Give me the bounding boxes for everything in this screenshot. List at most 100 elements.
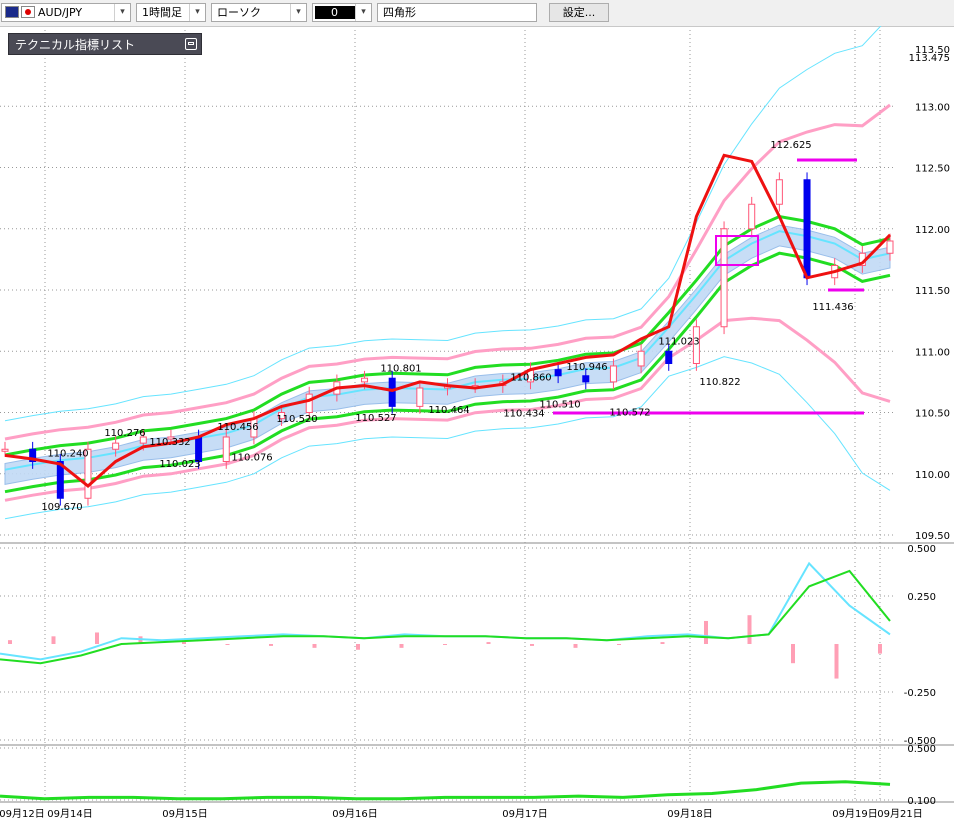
price-label: 110.023 [159,459,200,470]
candle-body [195,436,203,462]
macd-histogram-bar [530,644,534,646]
candle-body [1,448,9,452]
macd-histogram-bar [399,644,404,648]
macd-histogram-bar [617,644,621,645]
y-axis-labels: 113.00 112.50 112.00 111.50 111.00 110.50 110.… [904,45,950,807]
price-label: 110.860 [510,372,551,383]
y-tick-label: 113.00 [915,102,950,113]
macd-histogram-bar [747,615,752,644]
au-flag-icon [5,6,19,18]
timeframe-label: 1時間足 [142,6,182,19]
macd-histogram-bar [51,636,56,644]
y-tick-label: 113.475 [909,53,950,64]
macd-histogram-bar [312,644,317,648]
macd-histogram-bar [878,644,882,654]
x-axis: 09月12日 09月14日 09月15日 09月16日 09月17日 09月18日 09月1… [0,808,923,820]
macd-signal-line [0,569,891,665]
y-tick-label: 0.250 [907,592,936,603]
price-label: 110.510 [539,399,580,410]
color-swatch-label: 0 [331,6,338,19]
bollinger-outer-upper [4,26,882,422]
price-label: 110.076 [231,452,272,463]
chevron-down-icon[interactable]: ▾ [189,4,205,21]
candle-body [665,350,673,364]
chart-area[interactable]: 113.00 112.50 112.00 111.50 111.00 110.50 110.… [0,26,954,822]
x-tick-label: 09月15日 [162,808,207,820]
symbol-label: AUD/JPY [38,6,83,19]
bottom-indicator [0,780,891,801]
price-label: 110.527 [355,413,396,424]
candle-body [748,203,756,230]
macd-histogram-bar [443,644,447,645]
candle-body [582,375,590,383]
macd-histogram-bar [791,644,795,664]
price-label: 110.572 [609,408,650,419]
chart-style-select[interactable]: ローソク ▾ [211,3,307,22]
x-tick-label: 09月14日 [47,808,92,820]
y-tick-label: 0.500 [907,744,936,755]
candle-body [637,350,645,367]
candle-body [886,240,894,254]
price-label: 112.625 [770,140,811,151]
chart-style-label: ローソク [217,6,261,19]
candle-body [112,442,120,450]
price-label: 110.801 [380,364,421,375]
toolbar: AUD/JPY ▾ 1時間足 ▾ ローソク ▾ 0 ▾ 四角形 設定... [0,0,954,27]
shape-label: 四角形 [383,6,416,19]
price-label: 111.023 [658,336,699,347]
price-label: 110.464 [428,405,469,416]
x-tick-label: 09月21日 [877,808,922,820]
macd-histogram-bar [486,642,491,644]
price-label: 110.332 [149,437,190,448]
indicator-list-title: テクニカル指標リスト [15,38,136,52]
macd-histogram-bar [573,644,578,648]
price-label: 110.822 [699,377,740,388]
y-tick-label: -0.250 [904,688,936,699]
macd-chart [0,561,891,679]
symbol-select[interactable]: AUD/JPY ▾ [1,3,131,22]
restore-icon[interactable] [185,38,197,50]
x-tick-label: 09月16日 [332,808,377,820]
chevron-down-icon[interactable]: ▾ [114,4,130,21]
chevron-down-icon[interactable]: ▾ [290,4,306,21]
candle-body [222,436,230,462]
price-label: 110.946 [566,362,607,373]
jp-flag-icon [21,6,35,18]
y-tick-label: 110.50 [915,409,950,420]
y-tick-label: 111.50 [915,286,950,297]
indicator-list-panel[interactable]: テクニカル指標リスト [8,33,202,55]
macd-histogram-bar [356,644,360,650]
price-label: 111.436 [812,302,853,313]
candle-body [775,179,783,205]
x-tick-label: 09月18日 [667,808,712,820]
y-tick-label: 111.00 [915,347,950,358]
macd-histogram-bar [95,632,99,644]
bottom-indicator-line [0,780,891,801]
macd-histogram-bar [225,644,230,645]
price-label: 110.276 [104,428,145,439]
x-tick-label: 09月17日 [502,808,547,820]
macd-histogram-bar [834,644,839,679]
macd-histogram-bar [269,644,273,646]
price-label: 109.670 [41,502,82,513]
candle-body [609,365,617,383]
candle-body [361,377,369,383]
chevron-down-icon[interactable]: ▾ [355,4,371,21]
y-tick-label: 112.00 [915,225,950,236]
candle-body [720,228,728,328]
macd-histogram-bar [704,620,708,644]
macd-histogram-bar [660,642,665,644]
price-label: 110.456 [217,422,258,433]
y-tick-label: 109.50 [915,531,950,542]
candle-body [388,377,396,407]
price-label: 110.240 [47,448,88,459]
settings-button[interactable]: 設定... [549,3,609,22]
timeframe-select[interactable]: 1時間足 ▾ [136,3,206,22]
y-tick-label: 0.100 [907,796,936,807]
candle-body [305,393,313,413]
candle-body [554,369,562,377]
color-select[interactable]: 0 ▾ [312,3,372,22]
shape-field[interactable]: 四角形 [377,3,537,22]
y-tick-label: 110.00 [915,470,950,481]
macd-histogram-bar [8,640,12,644]
